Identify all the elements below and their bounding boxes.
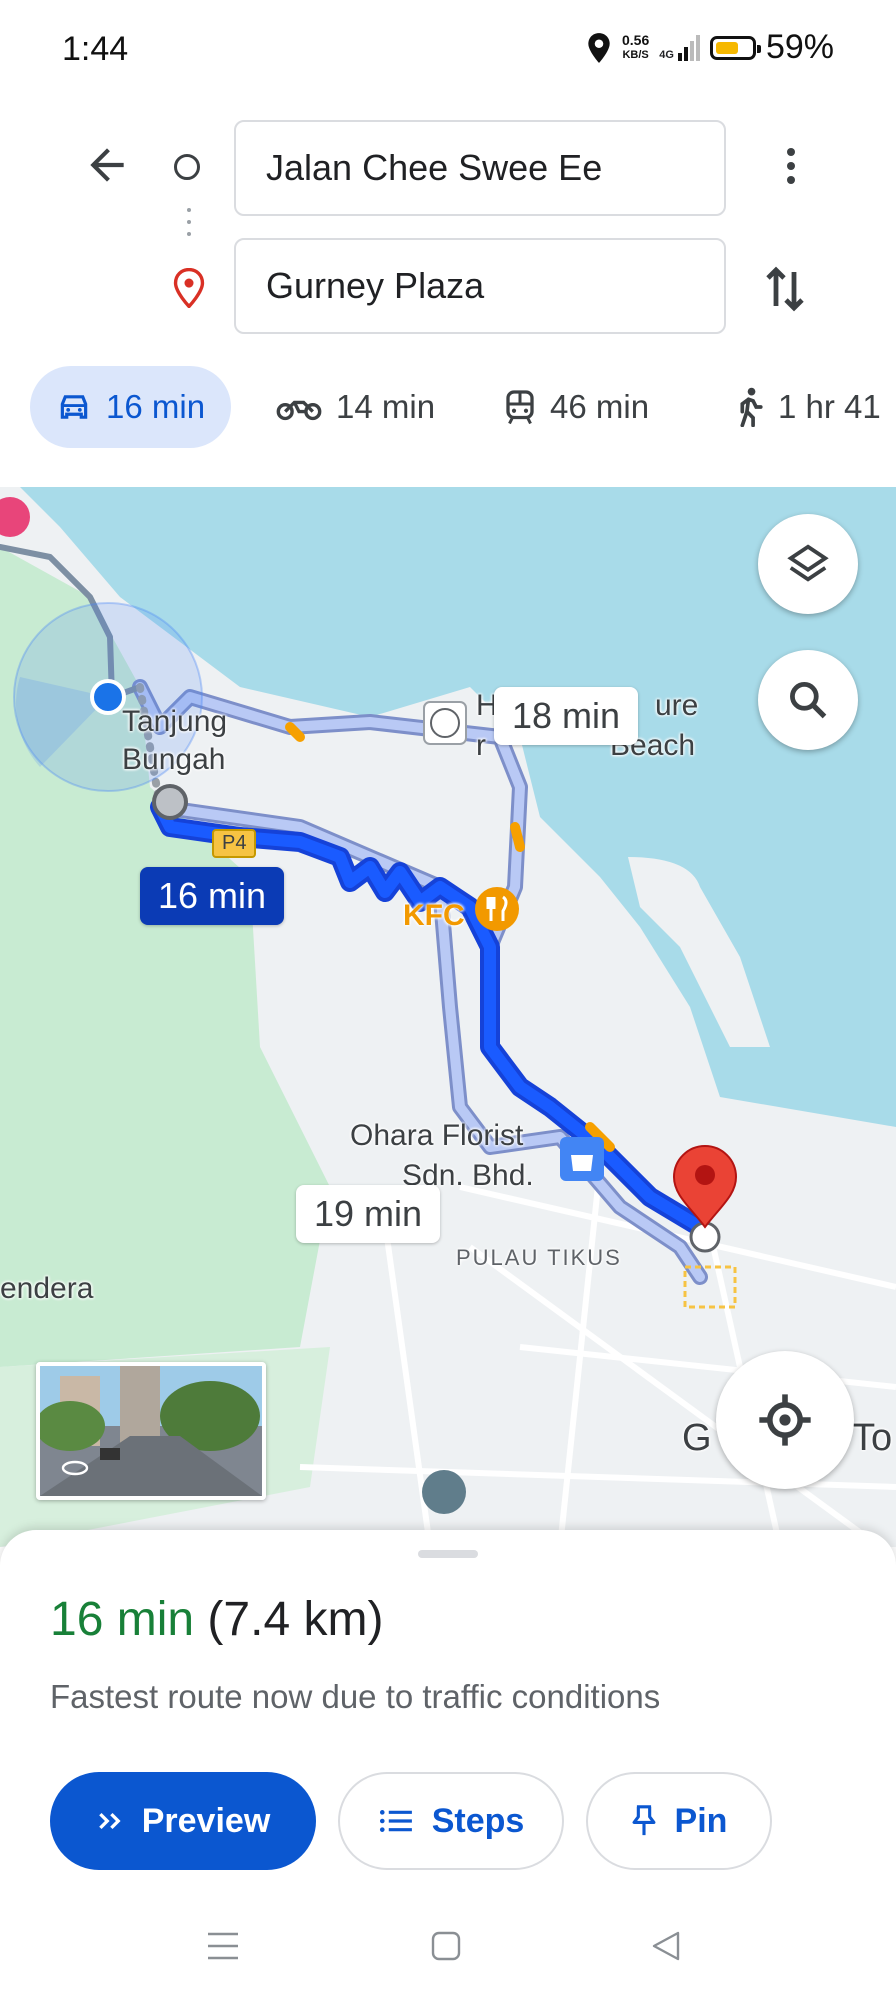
- pin-button[interactable]: Pin: [586, 1772, 772, 1870]
- list-icon: [379, 1810, 412, 1832]
- origin-input[interactable]: Jalan Chee Swee Ee: [234, 120, 726, 216]
- rotate-360-icon: [61, 1460, 89, 1476]
- map-label-george-town-2: To: [852, 1417, 893, 1459]
- route-chip-alt-1[interactable]: 18 min: [494, 687, 639, 745]
- swap-button[interactable]: [764, 262, 808, 321]
- walk-icon: [740, 387, 763, 427]
- transit-icon: [506, 390, 534, 425]
- destination-input[interactable]: Gurney Plaza: [234, 238, 726, 334]
- map-label-pulau-tikus: PULAU TIKUS: [456, 1245, 622, 1270]
- kfc-marker: [475, 887, 519, 931]
- route-chip-selected[interactable]: 16 min: [140, 867, 285, 925]
- tab-motorcycle[interactable]: 14 min: [276, 366, 435, 448]
- home-square-icon[interactable]: [430, 1930, 462, 1962]
- map-label-bungah: Bungah: [122, 743, 226, 776]
- crosshair-icon: [759, 1394, 811, 1446]
- map-label-florist-1: Ohara Florist: [350, 1119, 524, 1152]
- more-options-button[interactable]: [776, 148, 806, 190]
- back-button[interactable]: [82, 140, 132, 190]
- map-label-tanjung: Tanjung: [122, 705, 228, 738]
- destination-pin-icon: [172, 267, 206, 313]
- status-time: 1:44: [62, 30, 129, 68]
- battery-percent: 59%: [765, 28, 834, 66]
- route-map[interactable]: Tanjung Bungah P4 KFC H ure Beach r Ohar…: [0, 487, 896, 1547]
- preview-button[interactable]: Preview: [50, 1772, 316, 1870]
- signal-icon: 4G: [659, 34, 700, 61]
- origin-circle-icon: [174, 154, 200, 180]
- map-label-bendera: endera: [0, 1272, 94, 1305]
- my-location-button[interactable]: [716, 1351, 854, 1489]
- map-label-beach-d: r: [476, 729, 486, 762]
- current-location-dot: [90, 679, 126, 715]
- tab-walk[interactable]: 1 hr 41: [736, 366, 881, 448]
- pin-icon: [632, 1805, 656, 1836]
- search-along-route-button[interactable]: [758, 650, 858, 750]
- map-label-george-town-1: G: [682, 1417, 712, 1459]
- map-label-beach-b: ure: [655, 689, 699, 722]
- location-icon: [588, 32, 610, 63]
- system-nav-bar: [0, 1900, 896, 2000]
- map-label-kfc: KFC: [403, 899, 465, 932]
- attraction-marker: [422, 1470, 466, 1514]
- motorcycle-icon: [276, 400, 322, 421]
- travel-mode-tabs: 16 min 14 min 46 min 1 hr 41: [0, 366, 896, 456]
- back-triangle-icon[interactable]: [650, 1930, 682, 1962]
- layers-button[interactable]: [758, 514, 858, 614]
- search-icon: [790, 682, 827, 719]
- tab-transit[interactable]: 46 min: [504, 366, 649, 448]
- route-chip-alt-2[interactable]: 19 min: [296, 1185, 441, 1243]
- battery-icon: [709, 35, 761, 60]
- swap-icon: [766, 266, 804, 312]
- route-start-dot: [152, 784, 188, 820]
- route-duration: 16 min: [50, 1593, 195, 1646]
- car-icon: [60, 395, 88, 419]
- status-right-group: 0.56 KB/S 4G 59%: [586, 28, 834, 67]
- double-chevron-icon: [98, 1812, 121, 1830]
- route-summary: 16 min (7.4 km): [50, 1592, 383, 1647]
- route-note: Fastest route now due to traffic conditi…: [50, 1678, 661, 1715]
- route-distance: (7.4 km): [207, 1593, 384, 1646]
- tab-drive[interactable]: 16 min: [30, 366, 232, 448]
- drag-handle[interactable]: [418, 1550, 478, 1558]
- status-bar: 1:44 0.56 KB/S 4G 59%: [0, 0, 896, 100]
- street-view-thumbnail[interactable]: [36, 1362, 266, 1500]
- steps-button[interactable]: Steps: [338, 1772, 564, 1870]
- route-dots-icon: [187, 208, 191, 244]
- recents-menu-icon[interactable]: [206, 1930, 240, 1962]
- road-shield-p4: P4: [212, 829, 257, 858]
- net-speed: 0.56 KB/S: [622, 31, 650, 61]
- layers-icon: [787, 544, 829, 582]
- arrow-back-icon: [90, 148, 124, 182]
